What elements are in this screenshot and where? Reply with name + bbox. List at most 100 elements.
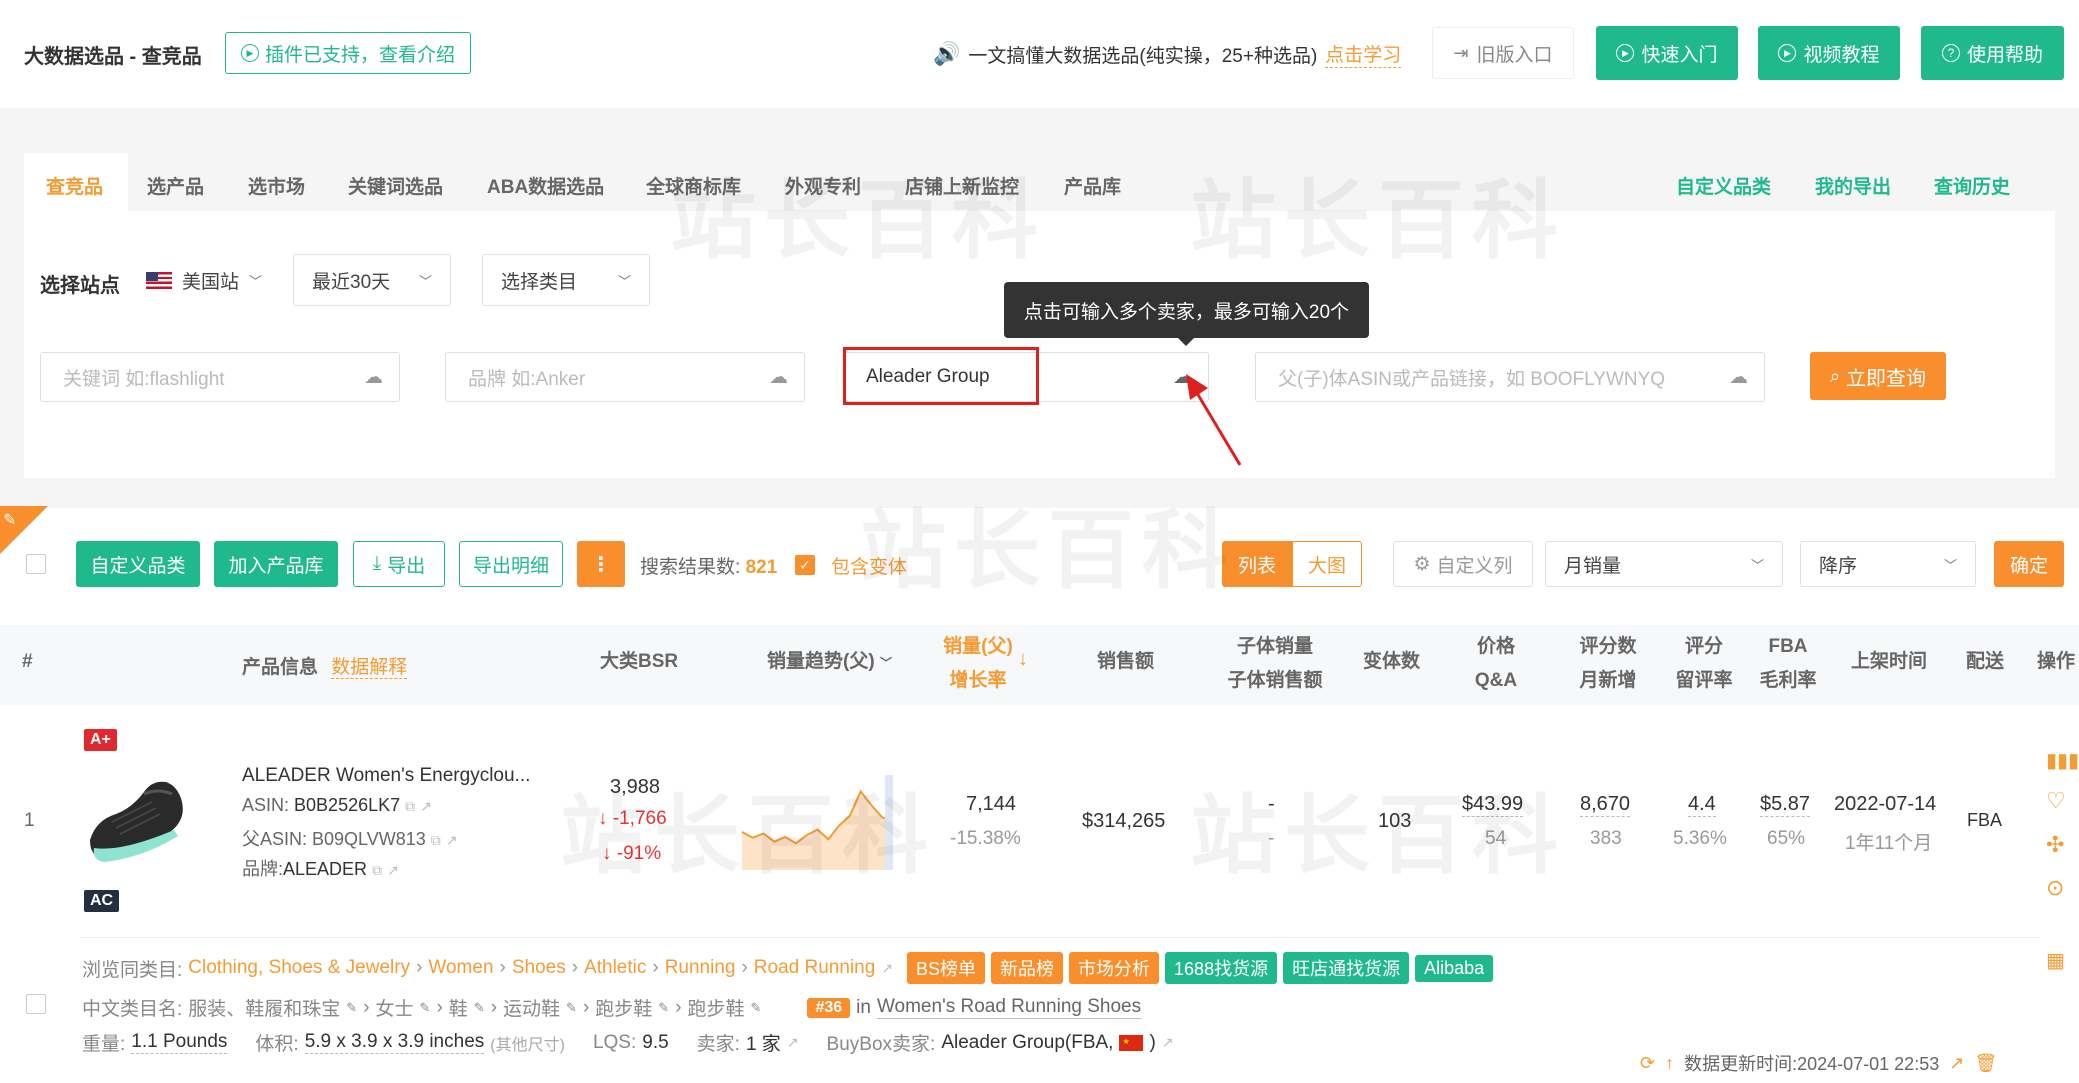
- trash-icon[interactable]: 🗑: [1974, 1053, 1997, 1074]
- annotation-arrow: [1186, 374, 1242, 466]
- more-icon[interactable]: ⊙: [2046, 875, 2064, 901]
- period-select[interactable]: 最近30天 ﹀: [293, 254, 451, 306]
- select-all-checkbox[interactable]: [26, 554, 46, 574]
- tab-product-library[interactable]: 产品库: [1064, 172, 1121, 199]
- share-out-icon[interactable]: ↗: [1949, 1053, 1964, 1074]
- sort-field-select[interactable]: 月销量 ﹀: [1545, 541, 1783, 587]
- export-button[interactable]: ⤓ 导出: [353, 541, 445, 587]
- add-library-button[interactable]: 加入产品库: [214, 541, 338, 587]
- ac-badge: AC: [84, 890, 120, 912]
- query-button[interactable]: ⌕ 立即查询: [1810, 352, 1946, 400]
- link-my-exports[interactable]: 我的导出: [1815, 172, 1891, 199]
- cn-path-1: 女士: [375, 999, 414, 1020]
- asin-value[interactable]: B0B2526LK7: [294, 795, 400, 815]
- browse-path-0[interactable]: Clothing, Shoes & Jewelry: [188, 957, 410, 979]
- upload-icon[interactable]: ☁: [769, 366, 788, 389]
- sort-order-select[interactable]: 降序 ﹀: [1800, 541, 1976, 587]
- tab-trademark[interactable]: 全球商标库: [646, 172, 741, 199]
- link-custom-category[interactable]: 自定义品类: [1676, 172, 1771, 199]
- tab-query-competitors[interactable]: 查竞品: [46, 172, 103, 199]
- help-button[interactable]: ? 使用帮助: [1921, 26, 2064, 80]
- view-list-button[interactable]: 列表: [1222, 541, 1292, 587]
- tag-1688[interactable]: 1688找货源: [1165, 952, 1278, 984]
- product-image[interactable]: [82, 762, 202, 870]
- tab-patent[interactable]: 外观专利: [785, 172, 861, 199]
- external-link-icon[interactable]: ↗: [420, 798, 432, 814]
- upload-icon[interactable]: ☁: [1729, 366, 1748, 389]
- tag-bs[interactable]: BS榜单: [907, 952, 986, 984]
- volume-note[interactable]: (其他尺寸): [490, 1031, 565, 1055]
- external-link-icon[interactable]: ↗: [1162, 1034, 1174, 1051]
- volume-value: 5.9 x 3.9 x 3.9 inches: [304, 1031, 485, 1054]
- more-button[interactable]: ⋮: [577, 541, 625, 587]
- tab-keyword[interactable]: 关键词选品: [348, 172, 443, 199]
- external-link-icon[interactable]: ↗: [446, 832, 458, 848]
- calculator-icon[interactable]: ▦: [2046, 948, 2065, 973]
- upload-icon[interactable]: ☁: [364, 366, 383, 389]
- asin-input[interactable]: 父(子)体ASIN或产品链接，如 BOOFLYWNYQ ☁: [1255, 352, 1765, 402]
- sales-trend-chart[interactable]: [740, 775, 895, 870]
- chevron-down-icon: ﹀: [418, 273, 432, 289]
- browse-path-2[interactable]: Shoes: [512, 957, 566, 979]
- lqs-label: LQS:: [592, 1031, 637, 1053]
- refresh-icon[interactable]: ⟳: [1640, 1053, 1655, 1074]
- tag-wangdian[interactable]: 旺店通找货源: [1283, 952, 1410, 984]
- browse-path-1[interactable]: Women: [428, 957, 493, 979]
- copy-icon[interactable]: ⧉: [405, 798, 415, 814]
- confirm-button[interactable]: 确定: [1994, 541, 2064, 587]
- copy-icon[interactable]: ⧉: [431, 832, 441, 848]
- help-icon: ?: [1941, 44, 1960, 62]
- tab-aba[interactable]: ABA数据选品: [487, 172, 604, 199]
- header-price-bottom: Q&A: [1474, 670, 1518, 691]
- tab-select-products[interactable]: 选产品: [147, 172, 204, 199]
- brand-value[interactable]: ALEADER: [283, 859, 367, 879]
- custom-columns-button[interactable]: ⚙ 自定义列: [1393, 541, 1533, 587]
- tab-select-market[interactable]: 选市场: [248, 172, 305, 199]
- header-action: 操作: [2037, 651, 2076, 672]
- plugin-button[interactable]: ▶ 插件已支持，查看介绍: [225, 32, 471, 74]
- external-link-icon[interactable]: ↗: [387, 862, 399, 878]
- data-explain-link[interactable]: 数据解释: [331, 657, 408, 679]
- row-checkbox[interactable]: [26, 994, 46, 1014]
- custom-category-button[interactable]: 自定义品类: [76, 541, 200, 587]
- external-link-icon[interactable]: ↗: [881, 960, 893, 977]
- share-icon[interactable]: ✣: [2046, 832, 2064, 858]
- view-big-button[interactable]: 大图: [1292, 541, 1362, 587]
- brand-input[interactable]: 品牌 如:Anker ☁: [445, 352, 805, 402]
- chevron-down-icon: ﹀: [249, 273, 263, 289]
- site-select[interactable]: 美国站 ﹀: [146, 262, 276, 298]
- video-tutorial-button[interactable]: ▶ 视频教程: [1758, 26, 1900, 80]
- include-variants-checkbox[interactable]: ✓: [795, 555, 815, 575]
- parent-asin-value[interactable]: B09QLVW813: [312, 829, 426, 849]
- review-rate-value: 5.36%: [1673, 828, 1727, 849]
- category-select[interactable]: 选择类目 ﹀: [482, 254, 650, 306]
- browse-path-5[interactable]: Road Running: [754, 957, 875, 979]
- keyword-input[interactable]: 关键词 如:flashlight ☁: [40, 352, 400, 402]
- header-trend-label: 销量趋势(父): [767, 651, 875, 672]
- tag-alibaba[interactable]: Alibaba: [1415, 954, 1494, 982]
- notice-link[interactable]: 点击学习: [1325, 40, 1402, 68]
- cn-path-5: 跑步鞋: [687, 999, 745, 1020]
- cn-category: 中文类目名: 服装、鞋履和珠宝 ✎ › 女士 ✎ › 鞋 ✎ › 运动鞋 ✎ › 跑步鞋 ✎ › 跑…: [82, 996, 1142, 1020]
- up-arrow-icon[interactable]: ↑: [1665, 1053, 1674, 1074]
- export-detail-button[interactable]: 导出明细: [459, 541, 563, 587]
- tag-new[interactable]: 新品榜: [991, 952, 1064, 984]
- product-title[interactable]: ALEADER Women's Energyclou...: [242, 765, 530, 787]
- rank-category[interactable]: Women's Road Running Shoes: [876, 996, 1142, 1019]
- listed-ago-value: 1年11个月: [1845, 833, 1933, 854]
- margin-value: 65%: [1767, 828, 1806, 849]
- external-link-icon[interactable]: ↗: [787, 1034, 799, 1051]
- copy-icon[interactable]: ⧉: [372, 862, 382, 878]
- heart-icon[interactable]: ♡: [2046, 788, 2066, 814]
- brand-label: 品牌:: [242, 859, 284, 879]
- tab-store-monitor[interactable]: 店铺上新监控: [905, 172, 1019, 199]
- browse-path-3[interactable]: Athletic: [584, 957, 646, 979]
- tag-market[interactable]: 市场分析: [1069, 952, 1160, 984]
- link-query-history[interactable]: 查询历史: [1934, 172, 2010, 199]
- header-trend[interactable]: 销量趋势(父) ﹀: [767, 645, 892, 680]
- old-version-button[interactable]: ⇥ 旧版入口: [1432, 27, 1574, 79]
- browse-path-4[interactable]: Running: [665, 957, 736, 979]
- update-time: ⟳ ↑ 数据更新时间:2024-07-01 22:53 ↗ 🗑: [1640, 1050, 1997, 1076]
- quick-start-button[interactable]: ▶ 快速入门: [1596, 26, 1738, 80]
- bar-chart-icon[interactable]: ▮▮▮: [2046, 748, 2079, 773]
